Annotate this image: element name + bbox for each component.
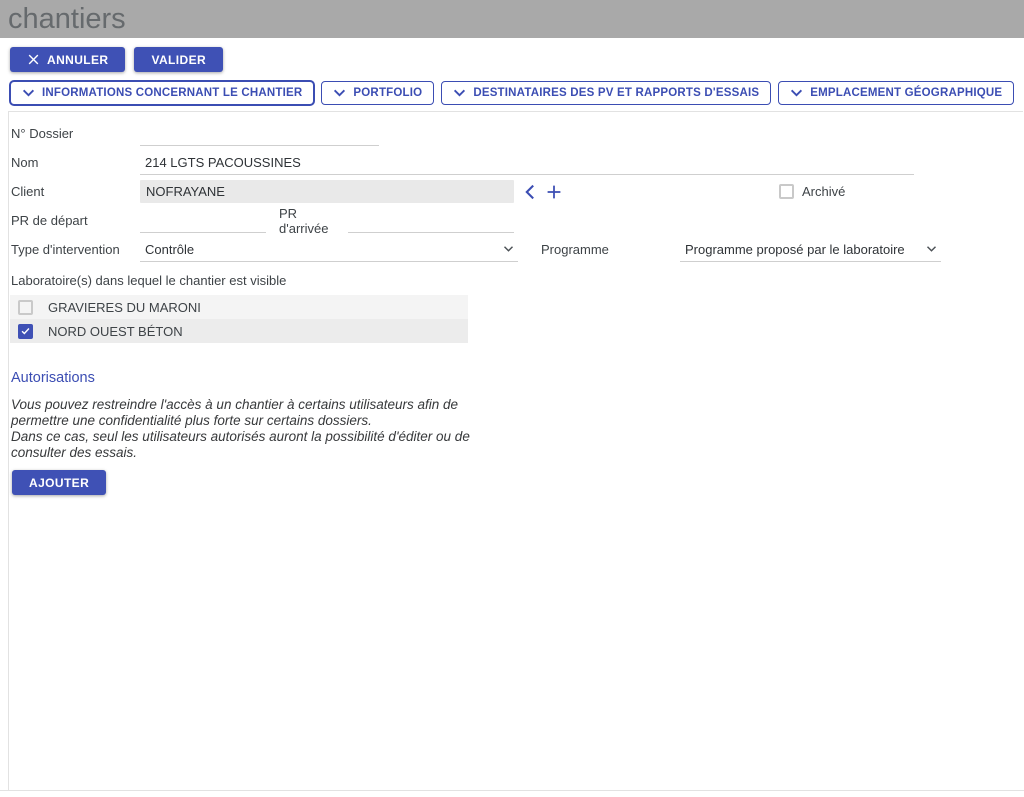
authorizations-description: Vous pouvez restreindre l'accès à un cha… [11, 397, 483, 461]
tab-label: EMPLACEMENT GÉOGRAPHIQUE [810, 87, 1002, 99]
close-icon [27, 53, 40, 66]
pr-arrivee-input[interactable] [348, 209, 514, 233]
intervention-label: Type d'intervention [10, 242, 140, 257]
laboratories-label: Laboratoire(s) dans lequel le chantier e… [11, 273, 1023, 288]
programme-value: Programme proposé par le laboratoire [685, 242, 926, 257]
laboratory-name: NORD OUEST BÉTON [48, 324, 183, 339]
laboratory-checkbox[interactable] [18, 300, 33, 315]
pr-row: PR de départ PR d'arrivée [10, 206, 1023, 235]
chevron-down-icon [503, 245, 514, 253]
tab-label: INFORMATIONS CONCERNANT LE CHANTIER [42, 87, 302, 99]
client-label: Client [10, 184, 140, 199]
list-item: GRAVIERES DU MARONI [10, 295, 468, 319]
pr-arrivee-label: PR d'arrivée [278, 206, 348, 236]
client-value: NOFRAYANE [146, 184, 225, 199]
tab-label: PORTFOLIO [353, 87, 422, 99]
chevron-down-icon [333, 88, 346, 98]
plus-icon[interactable] [546, 184, 562, 200]
chevron-down-icon [926, 245, 937, 253]
laboratory-checkbox[interactable] [18, 324, 33, 339]
tab-destinataires-pv[interactable]: DESTINATAIRES DES PV ET RAPPORTS D'ESSAI… [441, 81, 771, 105]
programme-select[interactable]: Programme proposé par le laboratoire [680, 238, 941, 262]
tab-label: DESTINATAIRES DES PV ET RAPPORTS D'ESSAI… [473, 87, 759, 99]
dossier-row: N° Dossier [10, 119, 1023, 148]
validate-button-label: VALIDER [151, 53, 206, 67]
client-field: NOFRAYANE [140, 180, 514, 203]
page-header: chantiers [0, 0, 1024, 38]
archive-checkbox[interactable] [779, 184, 794, 199]
pr-depart-input[interactable] [140, 209, 266, 233]
laboratories-list: GRAVIERES DU MARONI NORD OUEST BÉTON [10, 295, 468, 343]
tab-emplacement-geographique[interactable]: EMPLACEMENT GÉOGRAPHIQUE [778, 81, 1014, 105]
nom-label: Nom [10, 155, 140, 170]
page-title: chantiers [8, 3, 126, 36]
tab-portfolio[interactable]: PORTFOLIO [321, 81, 434, 105]
chevron-down-icon [22, 88, 35, 98]
nom-input[interactable] [140, 151, 914, 175]
dossier-label: N° Dossier [10, 126, 140, 141]
validate-button[interactable]: VALIDER [134, 47, 223, 72]
authorizations-description-part1: Vous pouvez restreindre l'accès à un cha… [11, 397, 483, 429]
intervention-row: Type d'intervention Contrôle Programme P… [10, 235, 1023, 264]
tab-informations-chantier[interactable]: INFORMATIONS CONCERNANT LE CHANTIER [10, 81, 314, 105]
chevron-down-icon [790, 88, 803, 98]
intervention-select[interactable]: Contrôle [140, 238, 518, 262]
dossier-input[interactable] [140, 122, 379, 146]
programme-label: Programme [540, 242, 680, 257]
list-item: NORD OUEST BÉTON [10, 319, 468, 343]
chevron-down-icon [453, 88, 466, 98]
intervention-value: Contrôle [145, 242, 503, 257]
add-authorization-button[interactable]: AJOUTER [12, 470, 106, 495]
chantier-form-panel: N° Dossier Nom Client NOFRAYANE Archivé [8, 111, 1023, 790]
section-tabs: INFORMATIONS CONCERNANT LE CHANTIER PORT… [10, 81, 1024, 105]
toolbar: ANNULER VALIDER [10, 47, 1024, 72]
archive-label: Archivé [802, 184, 845, 199]
add-authorization-button-label: AJOUTER [29, 476, 89, 490]
authorizations-description-part2: Dans ce cas, seul les utilisateurs autor… [11, 429, 483, 461]
laboratory-name: GRAVIERES DU MARONI [48, 300, 201, 315]
cancel-button[interactable]: ANNULER [10, 47, 125, 72]
pr-depart-label: PR de départ [10, 213, 140, 228]
authorizations-title: Autorisations [11, 370, 1023, 386]
nom-row: Nom [10, 148, 1023, 177]
cancel-button-label: ANNULER [47, 53, 108, 67]
chantiers-edit-page: chantiers ANNULER VALIDER INFORMATIONS C… [0, 0, 1024, 797]
chevron-left-icon[interactable] [524, 184, 536, 200]
archive-field: Archivé [779, 184, 845, 199]
client-row: Client NOFRAYANE Archivé [10, 177, 1023, 206]
page-bottom-divider [0, 790, 1024, 791]
